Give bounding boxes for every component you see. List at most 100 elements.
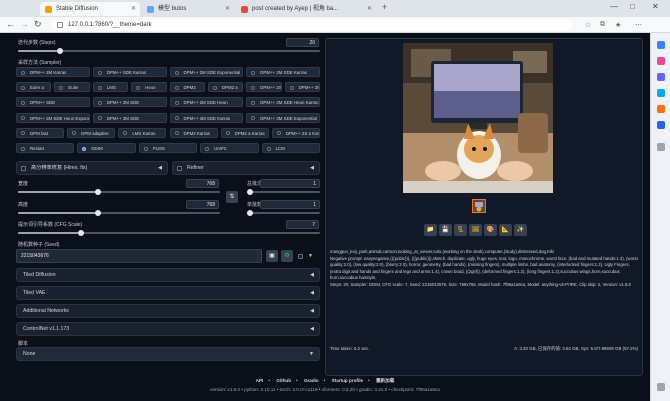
refiner-accordion[interactable]: Refiner ◀ [172, 161, 320, 175]
sampler-option[interactable]: DDIM [77, 143, 136, 153]
height-input[interactable]: 768 [186, 200, 219, 209]
close-tab-icon[interactable]: ✕ [225, 2, 230, 16]
refiner-checkbox[interactable] [177, 166, 182, 171]
footer-link-gradio[interactable]: Gradio [304, 378, 319, 383]
footer-link-reload[interactable]: 重新加载 [376, 378, 394, 383]
paint-icon[interactable]: 🎨 [484, 224, 497, 236]
outlook-icon[interactable] [657, 121, 665, 129]
batch-size-slider-knob[interactable] [247, 210, 253, 216]
height-slider[interactable] [18, 210, 220, 216]
sampler-option[interactable]: DPM++ 2M SDE Heun [169, 97, 244, 108]
batch-count-input[interactable]: 1 [260, 179, 320, 188]
sampler-option[interactable]: Heun [131, 82, 167, 93]
sampler-option[interactable]: PLMS [138, 143, 198, 153]
footer-link-startup[interactable]: Startup profile [332, 378, 363, 383]
footer-link-github[interactable]: Github [276, 378, 291, 383]
caret-down-icon[interactable]: ▼ [308, 253, 313, 259]
cfg-slider-knob[interactable] [78, 230, 85, 236]
close-tab-icon[interactable]: ✕ [131, 2, 136, 16]
browser-tab[interactable]: post created by Ayep | 视角 ba... ✕ [236, 2, 376, 16]
forward-icon[interactable]: → [20, 19, 29, 29]
image-icon[interactable]: 🖼 [469, 224, 482, 236]
sampler-option[interactable]: UniPC [200, 143, 259, 153]
tiled-diffusion-accordion[interactable]: Tiled Diffusion ◀ [16, 268, 320, 282]
width-slider[interactable] [18, 189, 220, 195]
cfg-slider[interactable] [18, 230, 320, 236]
height-slider-knob[interactable] [94, 210, 101, 216]
maximize-icon[interactable]: □ [630, 2, 635, 11]
controlnet-accordion[interactable]: ControlNet v1.1.173 ◀ [16, 322, 320, 336]
sampler-option[interactable]: DPM2 [169, 82, 205, 93]
sampler-option[interactable]: LMS [92, 82, 129, 93]
recycle-icon[interactable]: ♻ [281, 250, 293, 262]
extensions-icon[interactable]: ⧉ [600, 21, 605, 29]
sampler-option[interactable]: DPM++ 3M SDE Karras [169, 112, 244, 123]
tiled-vae-accordion[interactable]: Tiled VAE ◀ [16, 286, 320, 300]
chart-icon[interactable]: 📐 [499, 224, 512, 236]
width-input[interactable]: 768 [186, 179, 219, 188]
save-icon[interactable]: 💾 [439, 224, 452, 236]
browser-tab-active[interactable]: Stable Diffusion ✕ [40, 2, 140, 16]
sampler-option[interactable]: DPM adaptive [67, 127, 116, 138]
person-icon[interactable] [657, 73, 665, 81]
globe-icon[interactable] [657, 89, 665, 97]
close-icon[interactable]: ✕ [652, 2, 659, 11]
zip-icon[interactable]: 🗜 [454, 224, 467, 236]
sampler-option[interactable]: Euler a [16, 82, 52, 93]
hires-fix-checkbox[interactable] [21, 166, 26, 171]
batch-count-slider[interactable] [247, 189, 320, 195]
sampler-option[interactable]: Euler [54, 82, 90, 93]
sampler-option[interactable]: DPM++ 2M SDE Heun Exponential [16, 112, 90, 123]
sampler-option[interactable]: DPM++ SDE Karras [92, 67, 167, 77]
sampler-option[interactable]: DPM++ 3M SDE Exponential [246, 112, 320, 123]
sampler-option[interactable]: DPM2 a [207, 82, 244, 93]
swap-icon[interactable]: ⇅ [226, 191, 238, 203]
image-thumbnail[interactable] [472, 199, 486, 213]
steps-slider[interactable] [18, 48, 320, 54]
sampler-option[interactable]: DPM fast [16, 127, 65, 138]
sampler-option[interactable]: DPM++ 3M SDE [92, 112, 167, 123]
sampler-option[interactable]: DPM++ 2M SDE Heun Karras [246, 97, 320, 108]
folder-icon[interactable]: 📁 [424, 224, 437, 236]
sampler-option[interactable]: DPM++ 2S a Karras [271, 127, 320, 138]
sampler-option[interactable]: DPM++ 2S a [246, 82, 282, 93]
sampler-option[interactable]: DPM++ 2M SDE Exponential [169, 67, 244, 77]
hires-fix-accordion[interactable]: 高分辨率修复 (Hires. fix) ◀ [16, 161, 168, 175]
additional-networks-accordion[interactable]: Additional Networks ◀ [16, 304, 320, 318]
generated-image[interactable] [403, 43, 553, 193]
sampler-option[interactable]: DPM++ 2M Karras [16, 67, 90, 77]
back-icon[interactable]: ← [6, 19, 15, 29]
width-slider-knob[interactable] [94, 189, 101, 195]
sampler-option[interactable]: DPM2 a Karras [220, 127, 269, 138]
refresh-icon[interactable]: ↻ [34, 19, 42, 30]
steps-input[interactable]: 20 [286, 38, 319, 47]
browser-tab[interactable]: 模型 butos ✕ [142, 2, 234, 16]
search-icon[interactable] [657, 41, 665, 49]
sampler-option[interactable]: LCM [261, 143, 320, 153]
close-tab-icon[interactable]: ✕ [367, 2, 372, 16]
bag-icon[interactable] [657, 57, 665, 65]
sampler-option[interactable]: DPM++ 2M SDE [92, 97, 167, 108]
batch-count-slider-knob[interactable] [247, 189, 253, 195]
menu-icon[interactable]: ⋯ [635, 21, 642, 29]
sparkle-icon[interactable]: ✨ [514, 224, 527, 236]
batch-size-input[interactable]: 1 [260, 200, 320, 209]
minimize-icon[interactable]: — [610, 2, 618, 11]
steps-slider-knob[interactable] [57, 48, 64, 54]
extra-seed-checkbox[interactable] [298, 254, 303, 259]
sampler-option[interactable]: DPM++ 2M [284, 82, 320, 93]
seed-input[interactable]: 2215043676 [16, 249, 262, 263]
sampler-option[interactable]: LMS Karras [118, 127, 167, 138]
plus-icon[interactable] [657, 143, 665, 151]
sampler-option[interactable]: Restart [16, 143, 75, 153]
office-icon[interactable] [657, 105, 665, 113]
sampler-option[interactable]: DPM++ SDE [16, 97, 90, 108]
settings-icon[interactable] [657, 383, 665, 391]
sampler-option[interactable]: DPM2 Karras [169, 127, 218, 138]
script-select[interactable]: None ▼ [16, 347, 320, 361]
cfg-input[interactable]: 7 [286, 220, 319, 229]
footer-link-api[interactable]: API [256, 378, 264, 383]
plus-icon[interactable]: + [382, 2, 387, 12]
favorites-icon[interactable]: ★ [615, 21, 621, 29]
sampler-option[interactable]: DPM++ 2M SDE Karras [246, 67, 320, 77]
